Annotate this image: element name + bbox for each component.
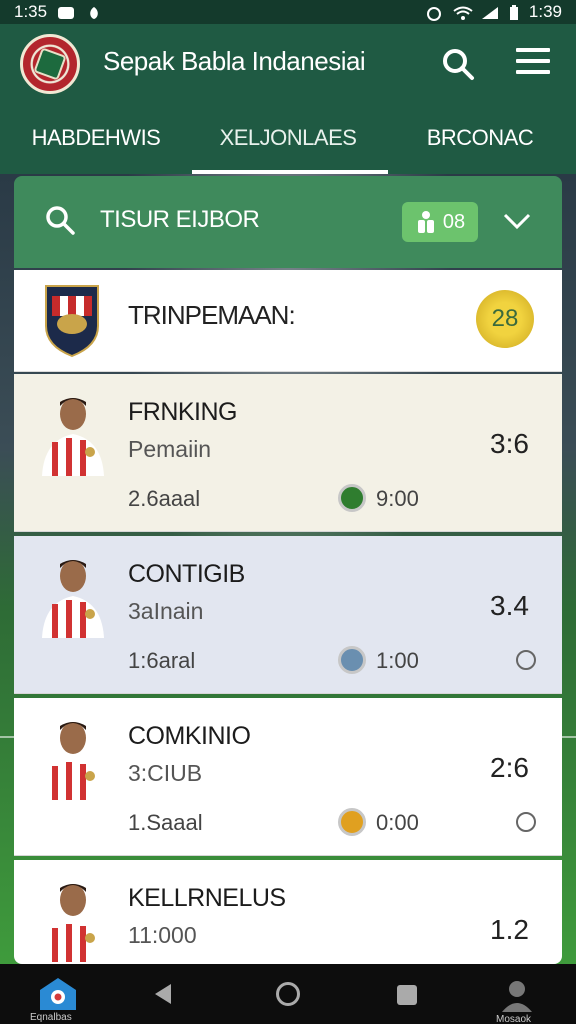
status-time-left: 1:35 xyxy=(14,2,48,21)
filter-label: TISUR EIJBOR xyxy=(100,206,260,233)
player-stat: 1:6aral xyxy=(128,648,196,673)
info-icon[interactable] xyxy=(516,812,536,832)
player-row[interactable]: CONTIGIB 3aInain 3.4 1:6aral 1:00 xyxy=(14,536,562,694)
home-system-button[interactable] xyxy=(276,982,300,1006)
team-header-row[interactable]: TRINPEMAAN: 28 xyxy=(14,270,562,372)
wifi-icon xyxy=(453,5,473,20)
player-score: 3.4 xyxy=(490,590,529,621)
player-stat: 1.Saaal xyxy=(128,810,203,835)
club-logo-icon[interactable] xyxy=(20,34,80,94)
club-icon xyxy=(338,484,366,512)
group-icon xyxy=(417,211,434,233)
tab-first[interactable]: HABDEHWIS xyxy=(0,118,192,174)
player-row[interactable]: COMKINIO 3:CIUB 2:6 1.Saaal 0:00 xyxy=(14,698,562,856)
content-panel: TISUR EIJBOR 08 TRINPEMAAN: 28 FRNKING P… xyxy=(14,176,562,964)
team-name: TRINPEMAAN: xyxy=(128,300,296,330)
player-avatar-icon xyxy=(42,398,104,476)
back-nav-button[interactable] xyxy=(155,984,171,1004)
search-icon xyxy=(443,49,474,80)
player-avatar-icon xyxy=(42,560,104,638)
menu-icon-line xyxy=(516,70,550,74)
filter-count-badge[interactable]: 08 xyxy=(402,202,478,242)
player-stat: 2.6aaal xyxy=(128,486,201,511)
player-score: 3:6 xyxy=(490,428,529,459)
app-bar: Sepak Babla Indanesiai HABDEHWIS XELJONL… xyxy=(0,24,576,174)
status-time-right: 1:39 xyxy=(528,2,562,21)
active-tab-indicator xyxy=(192,170,388,174)
recents-nav-button[interactable] xyxy=(397,985,417,1005)
team-crest-icon xyxy=(45,285,99,358)
tab-third[interactable]: BRCONAC xyxy=(384,118,576,174)
player-avatar-icon xyxy=(42,722,104,800)
signal-icon xyxy=(481,5,499,19)
bottom-navigation: Eqnalbas Mosaok xyxy=(0,964,576,1024)
player-subtitle: 3:CIUB xyxy=(128,760,203,786)
app-title: Sepak Babla Indanesiai xyxy=(103,46,366,76)
player-name: FRNKING xyxy=(128,398,238,426)
notification-icon xyxy=(57,5,75,19)
profile-nav-label: Mosaok xyxy=(496,1014,532,1024)
player-row[interactable]: KELLRNELUS 11:000 1.2 xyxy=(14,860,562,964)
search-button[interactable] xyxy=(440,46,476,82)
player-avatar-icon xyxy=(42,884,104,962)
menu-button[interactable] xyxy=(516,48,550,80)
menu-icon-line xyxy=(516,48,550,52)
club-icon xyxy=(338,808,366,836)
info-icon[interactable] xyxy=(516,650,536,670)
club-icon xyxy=(338,646,366,674)
tab-bar: HABDEHWIS XELJONLAES BRCONAC xyxy=(0,118,576,174)
player-score: 1.2 xyxy=(490,914,529,945)
leaf-icon xyxy=(85,5,103,19)
home-icon xyxy=(40,978,76,1010)
player-score: 2:6 xyxy=(490,752,529,783)
team-score-badge: 28 xyxy=(476,290,534,348)
home-nav-label: Eqnalbas xyxy=(30,1012,72,1023)
chevron-down-icon[interactable] xyxy=(502,212,532,230)
player-subtitle: 11:000 xyxy=(128,922,197,948)
filter-bar[interactable]: TISUR EIJBOR 08 xyxy=(14,176,562,268)
player-name: CONTIGIB xyxy=(128,560,245,588)
player-time: 0:00 xyxy=(376,810,419,835)
alarm-icon xyxy=(425,5,443,21)
status-bar: 1:35 1:39 xyxy=(0,0,576,24)
player-name: KELLRNELUS xyxy=(128,884,286,912)
player-time: 1:00 xyxy=(376,648,419,673)
tab-second[interactable]: XELJONLAES xyxy=(192,118,384,174)
player-row[interactable]: FRNKING Pemaiin 3:6 2.6aaal 9:00 xyxy=(14,374,562,532)
player-subtitle: 3aInain xyxy=(128,598,204,624)
filter-count: 08 xyxy=(442,210,466,233)
search-icon xyxy=(46,206,75,235)
player-subtitle: Pemaiin xyxy=(128,436,212,462)
profile-nav-button[interactable] xyxy=(500,978,534,1012)
player-time: 9:00 xyxy=(376,486,419,511)
menu-icon-line xyxy=(516,59,550,63)
player-name: COMKINIO xyxy=(128,722,251,750)
battery-icon xyxy=(509,5,519,20)
profile-icon xyxy=(502,981,532,1012)
